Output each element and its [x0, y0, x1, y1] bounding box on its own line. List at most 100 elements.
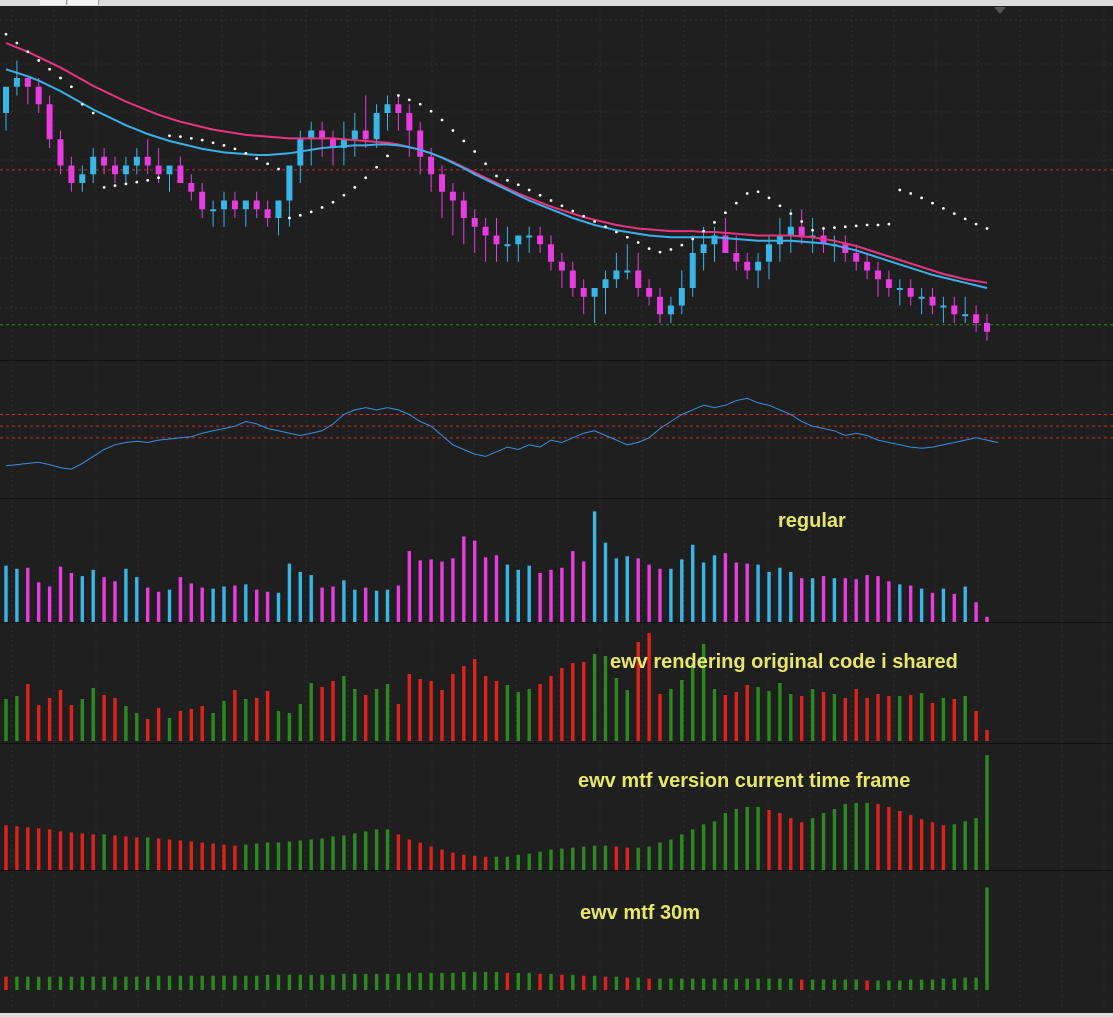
candle-body [580, 288, 587, 297]
ewv-original-bar [658, 694, 662, 741]
psar-dot [91, 111, 95, 115]
psar-dot [484, 162, 487, 166]
ewv-mtf-current-bar [516, 854, 520, 870]
ewv-mtf-current-bar [821, 813, 826, 870]
candle-body [79, 174, 86, 183]
candle-body [646, 288, 653, 297]
candle-body [264, 209, 271, 218]
candle-body [635, 270, 642, 288]
volume-bar [636, 558, 640, 622]
candle-body [417, 130, 424, 157]
ewv-mtf-30m-bar [102, 976, 106, 990]
ewv-original-bar [919, 693, 924, 741]
psar-dot [495, 174, 498, 178]
ewv-mtf-current-bar [963, 821, 967, 870]
psar-dot [702, 229, 705, 233]
ewv-mtf-30m-bar [974, 977, 978, 990]
ewv-original-bar [396, 704, 401, 741]
psar-dot [571, 209, 575, 213]
ewv-mtf-30m-panel [4, 887, 989, 990]
candle-body [460, 200, 467, 218]
volume-bar [298, 571, 302, 622]
ewv-original-bar [189, 709, 193, 741]
ewv-mtf-30m-bar [124, 976, 128, 990]
psar-dot [658, 250, 662, 254]
ewv-mtf-30m-bar [538, 973, 542, 990]
volume-bar [887, 581, 891, 622]
volume-bar [691, 544, 695, 622]
ewv-original-bar [309, 683, 313, 741]
ewv-mtf-30m-bar [876, 980, 880, 990]
ewv-mtf-30m-bar [211, 975, 215, 990]
candle-body [558, 261, 565, 271]
psar-dot [647, 247, 651, 251]
candle-body [439, 174, 445, 192]
candle-body [221, 200, 227, 210]
ewv-mtf-30m-bar [887, 980, 891, 990]
volume-bar [287, 563, 292, 622]
psar-dot [909, 192, 913, 195]
psar-dot [168, 134, 171, 138]
ewv-mtf-current-bar [778, 813, 782, 870]
volume-bar [930, 592, 935, 622]
psar-dot [724, 211, 727, 215]
ewv-mtf-current-bar [680, 834, 684, 870]
panel-label-ewv-mtf-current: ewv mtf version current time frame [578, 770, 911, 792]
candle-body [548, 244, 554, 262]
psar-dot [113, 184, 117, 188]
chart-canvas[interactable] [0, 0, 1113, 1017]
candle-body [449, 191, 456, 201]
psar-dot [189, 136, 193, 140]
candle-body [384, 104, 391, 113]
ewv-original-bar [287, 713, 292, 741]
psar-dot [582, 214, 586, 218]
ewv-mtf-30m-bar [843, 979, 847, 990]
ewv-original-bar [712, 689, 717, 741]
volume-bar [778, 567, 782, 622]
candle-body [373, 113, 380, 140]
ewv-mtf-current-bar [298, 840, 302, 870]
ewv-mtf-current-bar [15, 826, 19, 870]
ewv-mtf-current-bar [527, 853, 531, 870]
candle-body [362, 130, 369, 140]
ewv-original-bar [233, 690, 237, 741]
ewv-mtf-current-bar [723, 813, 728, 870]
ewv-original-bar [342, 676, 346, 741]
ewv-mtf-30m-bar [15, 976, 19, 990]
ewv-mtf-current-bar [440, 849, 444, 870]
psar-dot [48, 67, 51, 71]
ewv-mtf-current-bar [80, 833, 84, 870]
volume-bar [102, 577, 106, 622]
psar-dot [364, 176, 368, 180]
candle-body [275, 200, 282, 218]
candle-body [35, 86, 42, 105]
psar-dot [549, 199, 553, 202]
psar-dot [407, 98, 411, 102]
candle-body [885, 279, 892, 288]
ewv-mtf-30m-bar [364, 973, 368, 990]
ewv-mtf-30m-bar [156, 975, 161, 990]
volume-bar [800, 578, 804, 622]
ewv-mtf-30m-bar [527, 972, 531, 990]
ewv-mtf-30m-bar [91, 976, 95, 990]
ewv-mtf-30m-bar [342, 973, 346, 990]
ewv-original-bar [26, 684, 30, 741]
ewv-original-bar [135, 713, 139, 741]
volume-bar [244, 584, 248, 622]
candle-body [984, 323, 990, 332]
volume-bar [385, 589, 390, 622]
candle-body [90, 156, 97, 175]
psar-dot [59, 76, 62, 80]
ewv-original-bar [80, 699, 84, 741]
psar-dot [211, 141, 215, 145]
volume-bar [821, 576, 826, 622]
volume-bar [734, 562, 738, 622]
ewv-original-bar [810, 689, 815, 741]
ewv-original-bar [614, 678, 619, 741]
candle-body [471, 218, 478, 227]
candle-body [406, 113, 413, 131]
candle-body [951, 305, 958, 315]
psar-dot [713, 220, 716, 224]
psar-dot [811, 228, 814, 232]
psar-dot [26, 50, 30, 54]
